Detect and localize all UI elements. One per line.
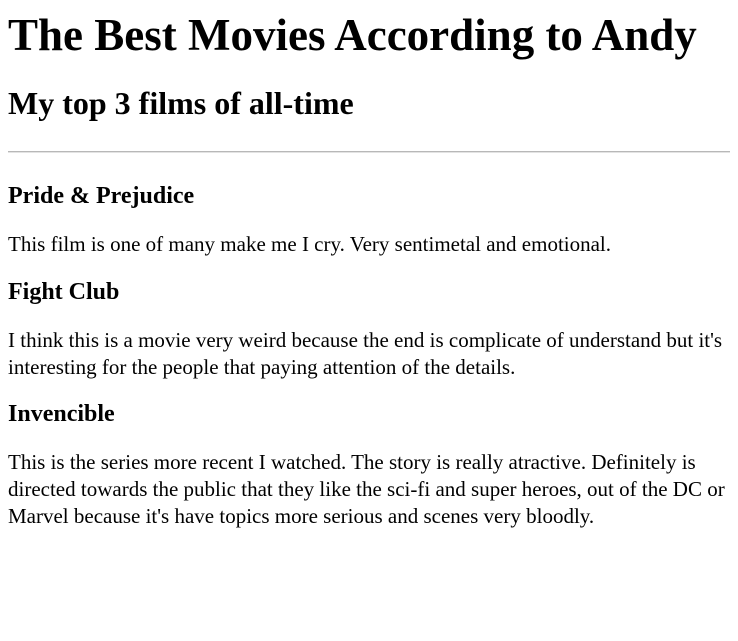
page-subtitle: My top 3 films of all-time: [8, 85, 354, 121]
film-description: This is the series more recent I watched…: [8, 450, 725, 528]
film-title: Pride & Prejudice: [8, 183, 195, 209]
film-title: Invencible: [8, 401, 115, 427]
page-title: The Best Movies According to Andy: [8, 10, 697, 60]
section-divider: [8, 151, 730, 153]
film-description: This film is one of many make me I cry. …: [8, 232, 612, 256]
film-entry-fight-club: Fight Club I think this is a movie very …: [8, 278, 730, 381]
film-entry-invencible: Invencible This is the series more recen…: [8, 400, 730, 530]
page-content: The Best Movies According to Andy My top…: [0, 9, 738, 641]
film-title: Fight Club: [8, 279, 120, 305]
film-entry-pride-and-prejudice: Pride & Prejudice This film is one of ma…: [8, 182, 730, 258]
film-description: I think this is a movie very weird becau…: [8, 328, 723, 379]
